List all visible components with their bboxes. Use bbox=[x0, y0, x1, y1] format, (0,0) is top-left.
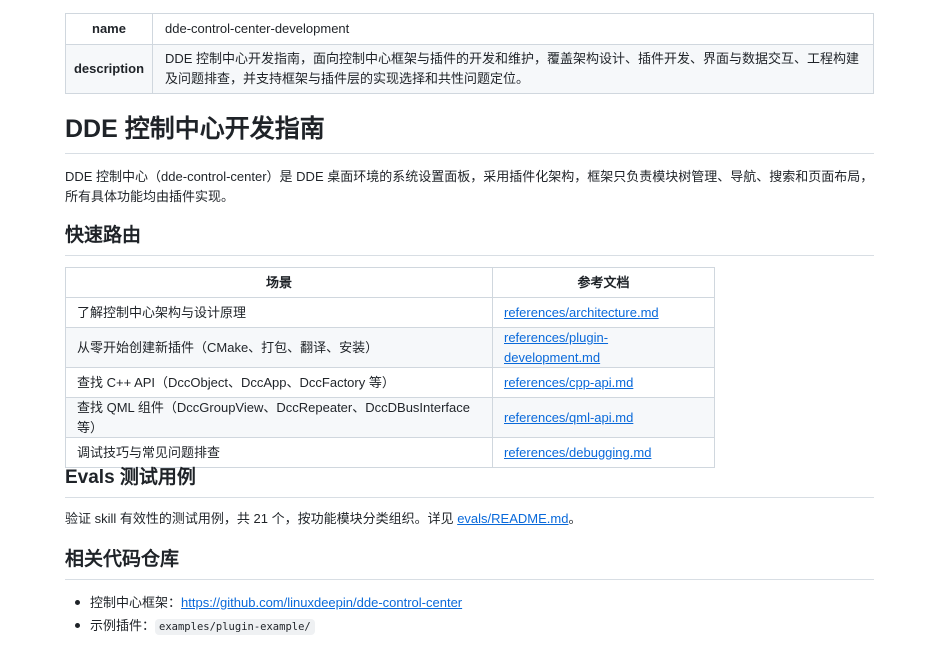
scene-cell: 从零开始创建新插件（CMake、打包、翻译、安装） bbox=[65, 327, 493, 368]
table-row: 调试技巧与常见问题排查 references/debugging.md bbox=[65, 437, 715, 468]
table-row: 查找 C++ API（DccObject、DccApp、DccFactory 等… bbox=[65, 367, 715, 398]
doc-link-architecture[interactable]: references/architecture.md bbox=[504, 305, 659, 320]
scene-cell: 查找 QML 组件（DccGroupView、DccRepeater、DccDB… bbox=[65, 397, 493, 438]
list-item: 控制中心框架：https://github.com/linuxdeepin/dd… bbox=[65, 591, 462, 614]
table-row: 了解控制中心架构与设计原理 references/architecture.md bbox=[65, 297, 715, 328]
column-header-doc: 参考文档 bbox=[492, 267, 715, 298]
table-row: 查找 QML 组件（DccGroupView、DccRepeater、DccDB… bbox=[65, 397, 715, 438]
doc-link-debugging[interactable]: references/debugging.md bbox=[504, 445, 651, 460]
repos-list: 控制中心框架：https://github.com/linuxdeepin/dd… bbox=[65, 591, 462, 637]
doc-link-qml-api[interactable]: references/qml-api.md bbox=[504, 410, 633, 425]
repos-heading: 相关代码仓库 bbox=[65, 546, 874, 580]
table-row: 从零开始创建新插件（CMake、打包、翻译、安装） references/plu… bbox=[65, 327, 715, 368]
scene-cell: 了解控制中心架构与设计原理 bbox=[65, 297, 493, 328]
framework-label: 控制中心框架： bbox=[90, 595, 182, 610]
evals-heading: Evals 测试用例 bbox=[65, 464, 874, 498]
frontmatter-table: name dde-control-center-development desc… bbox=[65, 13, 874, 94]
frontmatter-value-description: DDE 控制中心开发指南，面向控制中心框架与插件的开发和维护，覆盖架构设计、插件… bbox=[152, 44, 874, 94]
frontmatter-key-description: description bbox=[65, 44, 153, 94]
quick-route-table: 场景 参考文档 了解控制中心架构与设计原理 references/archite… bbox=[65, 267, 715, 468]
doc-link-cpp-api[interactable]: references/cpp-api.md bbox=[504, 375, 633, 390]
frontmatter-row-description: description DDE 控制中心开发指南，面向控制中心框架与插件的开发和… bbox=[65, 44, 874, 94]
markdown-document: name dde-control-center-development desc… bbox=[0, 0, 931, 653]
doc-cell: references/cpp-api.md bbox=[492, 367, 715, 398]
scene-cell: 调试技巧与常见问题排查 bbox=[65, 437, 493, 468]
example-label: 示例插件： bbox=[90, 618, 156, 633]
list-item: 示例插件： examples/plugin-example/ bbox=[65, 614, 462, 637]
table-header-row: 场景 参考文档 bbox=[65, 267, 715, 298]
doc-cell: references/qml-api.md bbox=[492, 397, 715, 438]
scene-cell: 查找 C++ API（DccObject、DccApp、DccFactory 等… bbox=[65, 367, 493, 398]
frontmatter-key-name: name bbox=[65, 13, 153, 45]
page-title: DDE 控制中心开发指南 bbox=[65, 109, 874, 154]
evals-text: 验证 skill 有效性的测试用例，共 21 个，按功能模块分类组织。详见 bbox=[65, 511, 458, 526]
frontmatter-value-name: dde-control-center-development bbox=[152, 13, 874, 45]
intro-paragraph: DDE 控制中心（dde-control-center）是 DDE 桌面环境的系… bbox=[65, 169, 874, 204]
evals-text-end: 。 bbox=[568, 511, 582, 526]
doc-cell: references/plugin-development.md bbox=[492, 327, 715, 368]
quick-route-heading: 快速路由 bbox=[65, 222, 874, 256]
column-header-scene: 场景 bbox=[65, 267, 493, 298]
framework-repo-link[interactable]: https://github.com/linuxdeepin/dde-contr… bbox=[181, 595, 462, 610]
evals-paragraph: 验证 skill 有效性的测试用例，共 21 个，按功能模块分类组织。详见 ev… bbox=[65, 509, 877, 529]
doc-cell: references/architecture.md bbox=[492, 297, 715, 328]
doc-link-plugin-development[interactable]: references/plugin-development.md bbox=[504, 330, 608, 365]
example-path-code: examples/plugin-example/ bbox=[155, 619, 315, 635]
frontmatter-row-name: name dde-control-center-development bbox=[65, 13, 874, 45]
doc-cell: references/debugging.md bbox=[492, 437, 715, 468]
evals-readme-link[interactable]: evals/README.md bbox=[457, 511, 568, 526]
